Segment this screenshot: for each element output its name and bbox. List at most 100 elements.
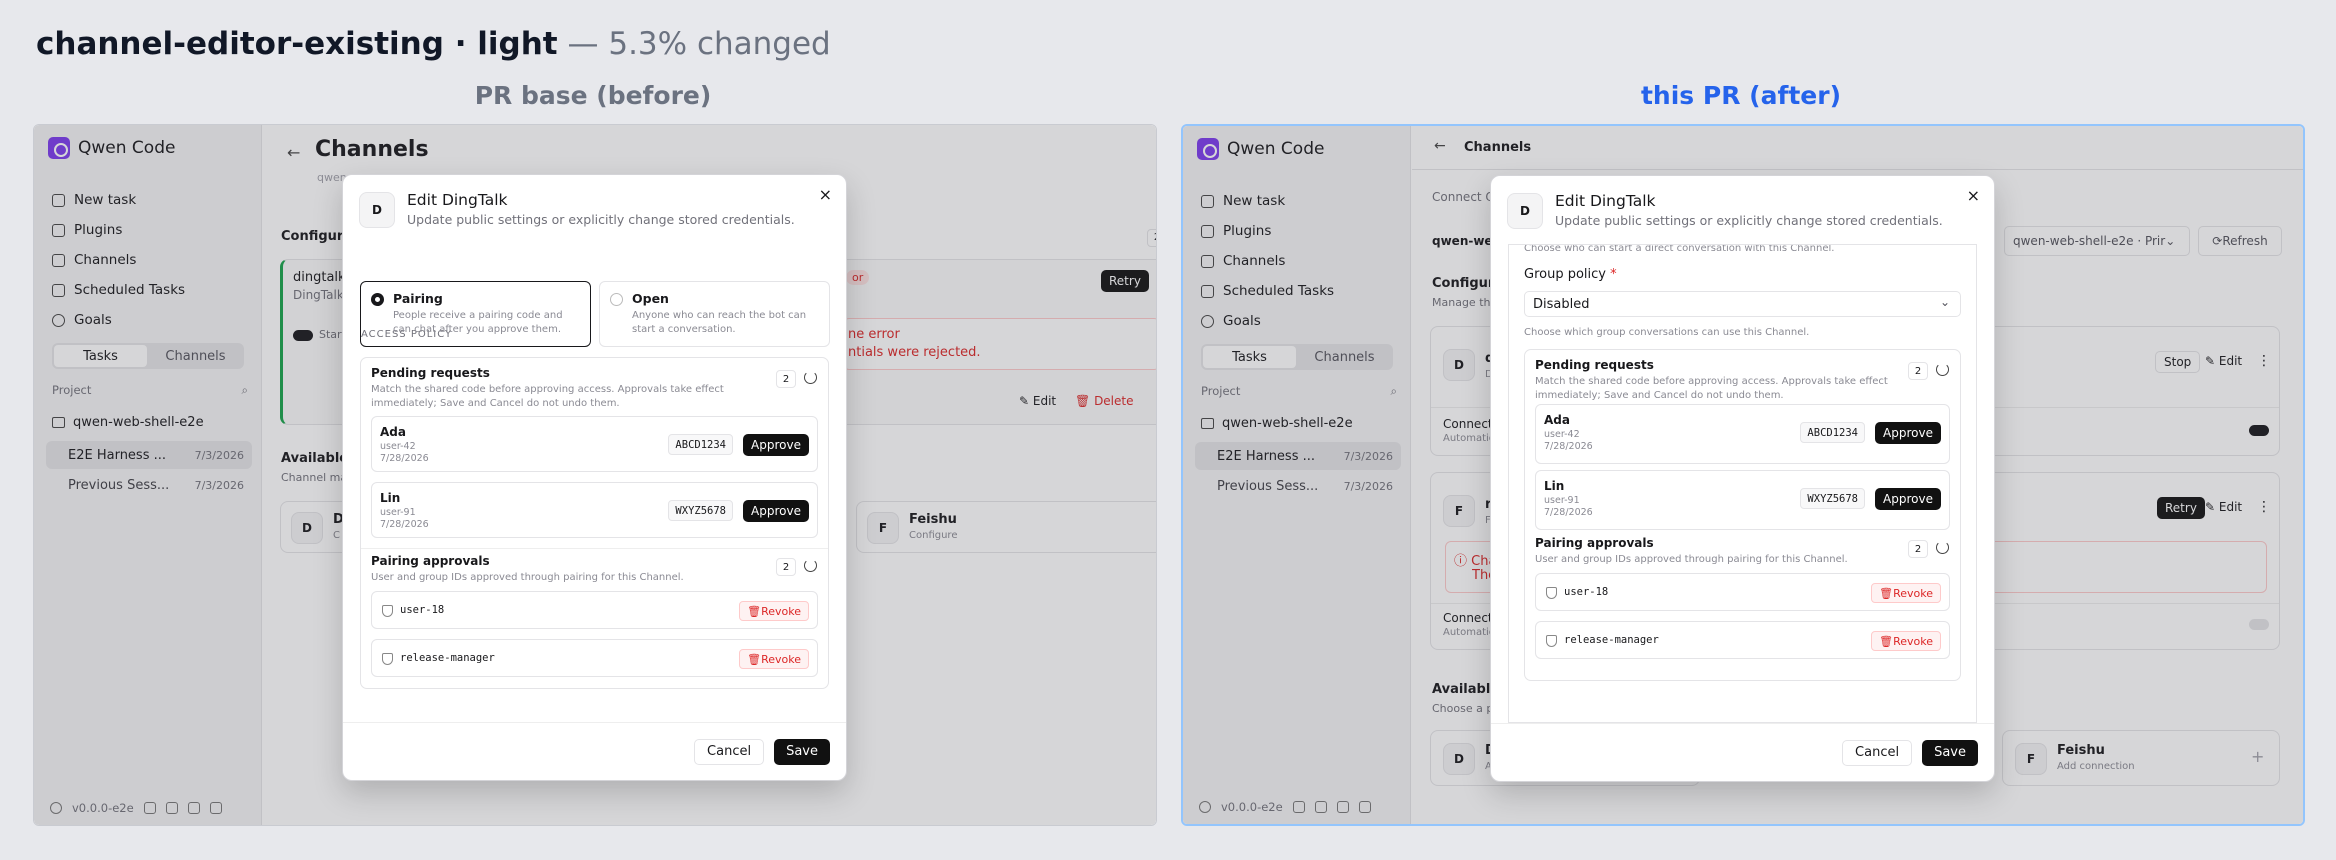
- revoke-label: Revoke: [1893, 634, 1933, 648]
- comparison-root: channel-editor-existing · light — 5.3% c…: [0, 0, 2336, 860]
- open-label: Open: [632, 291, 669, 306]
- request-row: Lin user-91 7/28/2026 WXYZ5678 Approve: [371, 482, 818, 538]
- modal-title: Edit DingTalk: [1555, 192, 1656, 210]
- edit-channel-modal: D Edit DingTalk Update public settings o…: [1490, 175, 1995, 782]
- pending-title: Pending requests: [371, 366, 490, 380]
- request-name: Lin: [1544, 479, 1565, 493]
- revoke-button[interactable]: 🗑 Revoke: [1871, 583, 1941, 603]
- save-button[interactable]: Save: [1922, 739, 1978, 766]
- modal-subtitle: Update public settings or explicitly cha…: [1555, 213, 1943, 228]
- revoke-button[interactable]: 🗑 Revoke: [739, 649, 809, 669]
- refresh-icon[interactable]: [804, 559, 817, 572]
- approval-id: user-18: [1564, 586, 1609, 598]
- refresh-icon[interactable]: [804, 371, 817, 384]
- after-panel: Qwen Code New task Plugins Channels Sche…: [1181, 124, 2305, 826]
- revoke-button[interactable]: 🗑 Revoke: [1871, 631, 1941, 651]
- pending-desc: Match the shared code before approving a…: [1535, 376, 1888, 401]
- approvals-title: Pairing approvals: [371, 554, 490, 568]
- divider: [361, 548, 828, 549]
- open-desc: Anyone who can reach the bot can start a…: [632, 310, 807, 335]
- open-option[interactable]: Open Anyone who can reach the bot can st…: [599, 281, 830, 347]
- radio-selected-icon: [371, 293, 384, 306]
- save-button[interactable]: Save: [774, 738, 830, 765]
- pending-section: Pending requests Match the shared code b…: [360, 357, 829, 689]
- pairing-label: Pairing: [393, 291, 443, 306]
- request-row: Ada user-42 7/28/2026 ABCD1234 Approve: [1535, 404, 1950, 464]
- pending-count: 2: [776, 370, 796, 388]
- approval-row: release-manager 🗑 Revoke: [371, 639, 818, 677]
- approvals-title: Pairing approvals: [1535, 536, 1654, 550]
- modal-title: Edit DingTalk: [407, 191, 508, 209]
- modal-avatar: D: [1507, 193, 1543, 229]
- refresh-icon[interactable]: [1936, 363, 1949, 376]
- group-policy-value: Disabled: [1533, 297, 1590, 312]
- modal-avatar: D: [359, 192, 395, 228]
- group-policy-label: Group policy *: [1524, 267, 1617, 282]
- refresh-icon[interactable]: [1936, 541, 1949, 554]
- cut-text: Choose who can start a direct conversati…: [1524, 244, 1835, 254]
- approval-id: release-manager: [400, 652, 495, 664]
- cancel-button[interactable]: Cancel: [694, 738, 765, 765]
- before-panel: Qwen Code New task Plugins Channels Sche…: [33, 124, 1157, 826]
- cancel-button[interactable]: Cancel: [1842, 739, 1913, 766]
- pairing-code: WXYZ5678: [1800, 488, 1865, 509]
- request-name: Ada: [380, 425, 406, 439]
- group-policy-label-text: Group policy: [1524, 267, 1606, 282]
- request-date: 7/28/2026: [1544, 507, 1593, 518]
- modal-footer: Cancel Save: [343, 722, 846, 780]
- header-changed: — 5.3% changed: [567, 26, 831, 62]
- close-icon[interactable]: ×: [1967, 186, 1980, 205]
- approve-button[interactable]: Approve: [1875, 422, 1941, 444]
- request-user: user-91: [1544, 495, 1580, 506]
- approval-row: user-18 🗑 Revoke: [1535, 573, 1950, 611]
- approve-button[interactable]: Approve: [743, 500, 809, 522]
- group-policy-help: Choose which group conversations can use…: [1524, 327, 1810, 338]
- approval-id: release-manager: [1564, 634, 1659, 646]
- shield-icon: [1546, 635, 1557, 647]
- pairing-code: ABCD1234: [668, 434, 733, 455]
- shield-icon: [382, 605, 393, 617]
- shield-icon: [1546, 587, 1557, 599]
- request-user: user-42: [380, 441, 416, 452]
- close-icon[interactable]: ×: [819, 185, 832, 204]
- request-name: Ada: [1544, 413, 1570, 427]
- header-title: channel-editor-existing · light: [36, 26, 558, 62]
- request-name: Lin: [380, 491, 401, 505]
- after-title: this PR (after): [1640, 81, 1841, 110]
- approvals-count: 2: [1908, 540, 1928, 558]
- revoke-label: Revoke: [761, 652, 801, 666]
- group-policy-select[interactable]: Disabled ⌄: [1524, 291, 1961, 317]
- request-row: Ada user-42 7/28/2026 ABCD1234 Approve: [371, 416, 818, 472]
- pairing-code: ABCD1234: [1800, 422, 1865, 443]
- request-user: user-91: [380, 507, 416, 518]
- approval-row: user-18 🗑 Revoke: [371, 591, 818, 629]
- pending-section: Pending requests Match the shared code b…: [1524, 349, 1961, 681]
- approvals-desc: User and group IDs approved through pair…: [371, 572, 684, 583]
- request-user: user-42: [1544, 429, 1580, 440]
- pending-count: 2: [1908, 362, 1928, 380]
- revoke-label: Revoke: [761, 604, 801, 618]
- request-date: 7/28/2026: [380, 519, 429, 530]
- pending-desc: Match the shared code before approving a…: [371, 384, 724, 409]
- approvals-desc: User and group IDs approved through pair…: [1535, 554, 1848, 565]
- pairing-option[interactable]: Pairing People receive a pairing code an…: [360, 281, 591, 347]
- required-mark: *: [1610, 267, 1617, 282]
- request-row: Lin user-91 7/28/2026 WXYZ5678 Approve: [1535, 470, 1950, 530]
- approval-row: release-manager 🗑 Revoke: [1535, 621, 1950, 659]
- radio-icon: [610, 293, 623, 306]
- revoke-button[interactable]: 🗑 Revoke: [739, 601, 809, 621]
- revoke-label: Revoke: [1893, 586, 1933, 600]
- chevron-down-icon: ⌄: [1939, 295, 1950, 309]
- approve-button[interactable]: Approve: [1875, 488, 1941, 510]
- before-title: PR base (before): [474, 81, 712, 110]
- modal-subtitle: Update public settings or explicitly cha…: [407, 212, 795, 227]
- shield-icon: [382, 653, 393, 665]
- pending-title: Pending requests: [1535, 358, 1654, 372]
- modal-body: ACCESS POLICY Pairing People receive a p…: [343, 243, 846, 722]
- request-date: 7/28/2026: [380, 453, 429, 464]
- approve-button[interactable]: Approve: [743, 434, 809, 456]
- edit-channel-modal: D Edit DingTalk Update public settings o…: [342, 174, 847, 781]
- modal-scroll-body[interactable]: Choose who can start a direct conversati…: [1508, 244, 1977, 723]
- pairing-desc: People receive a pairing code and can ch…: [393, 310, 563, 335]
- request-date: 7/28/2026: [1544, 441, 1593, 452]
